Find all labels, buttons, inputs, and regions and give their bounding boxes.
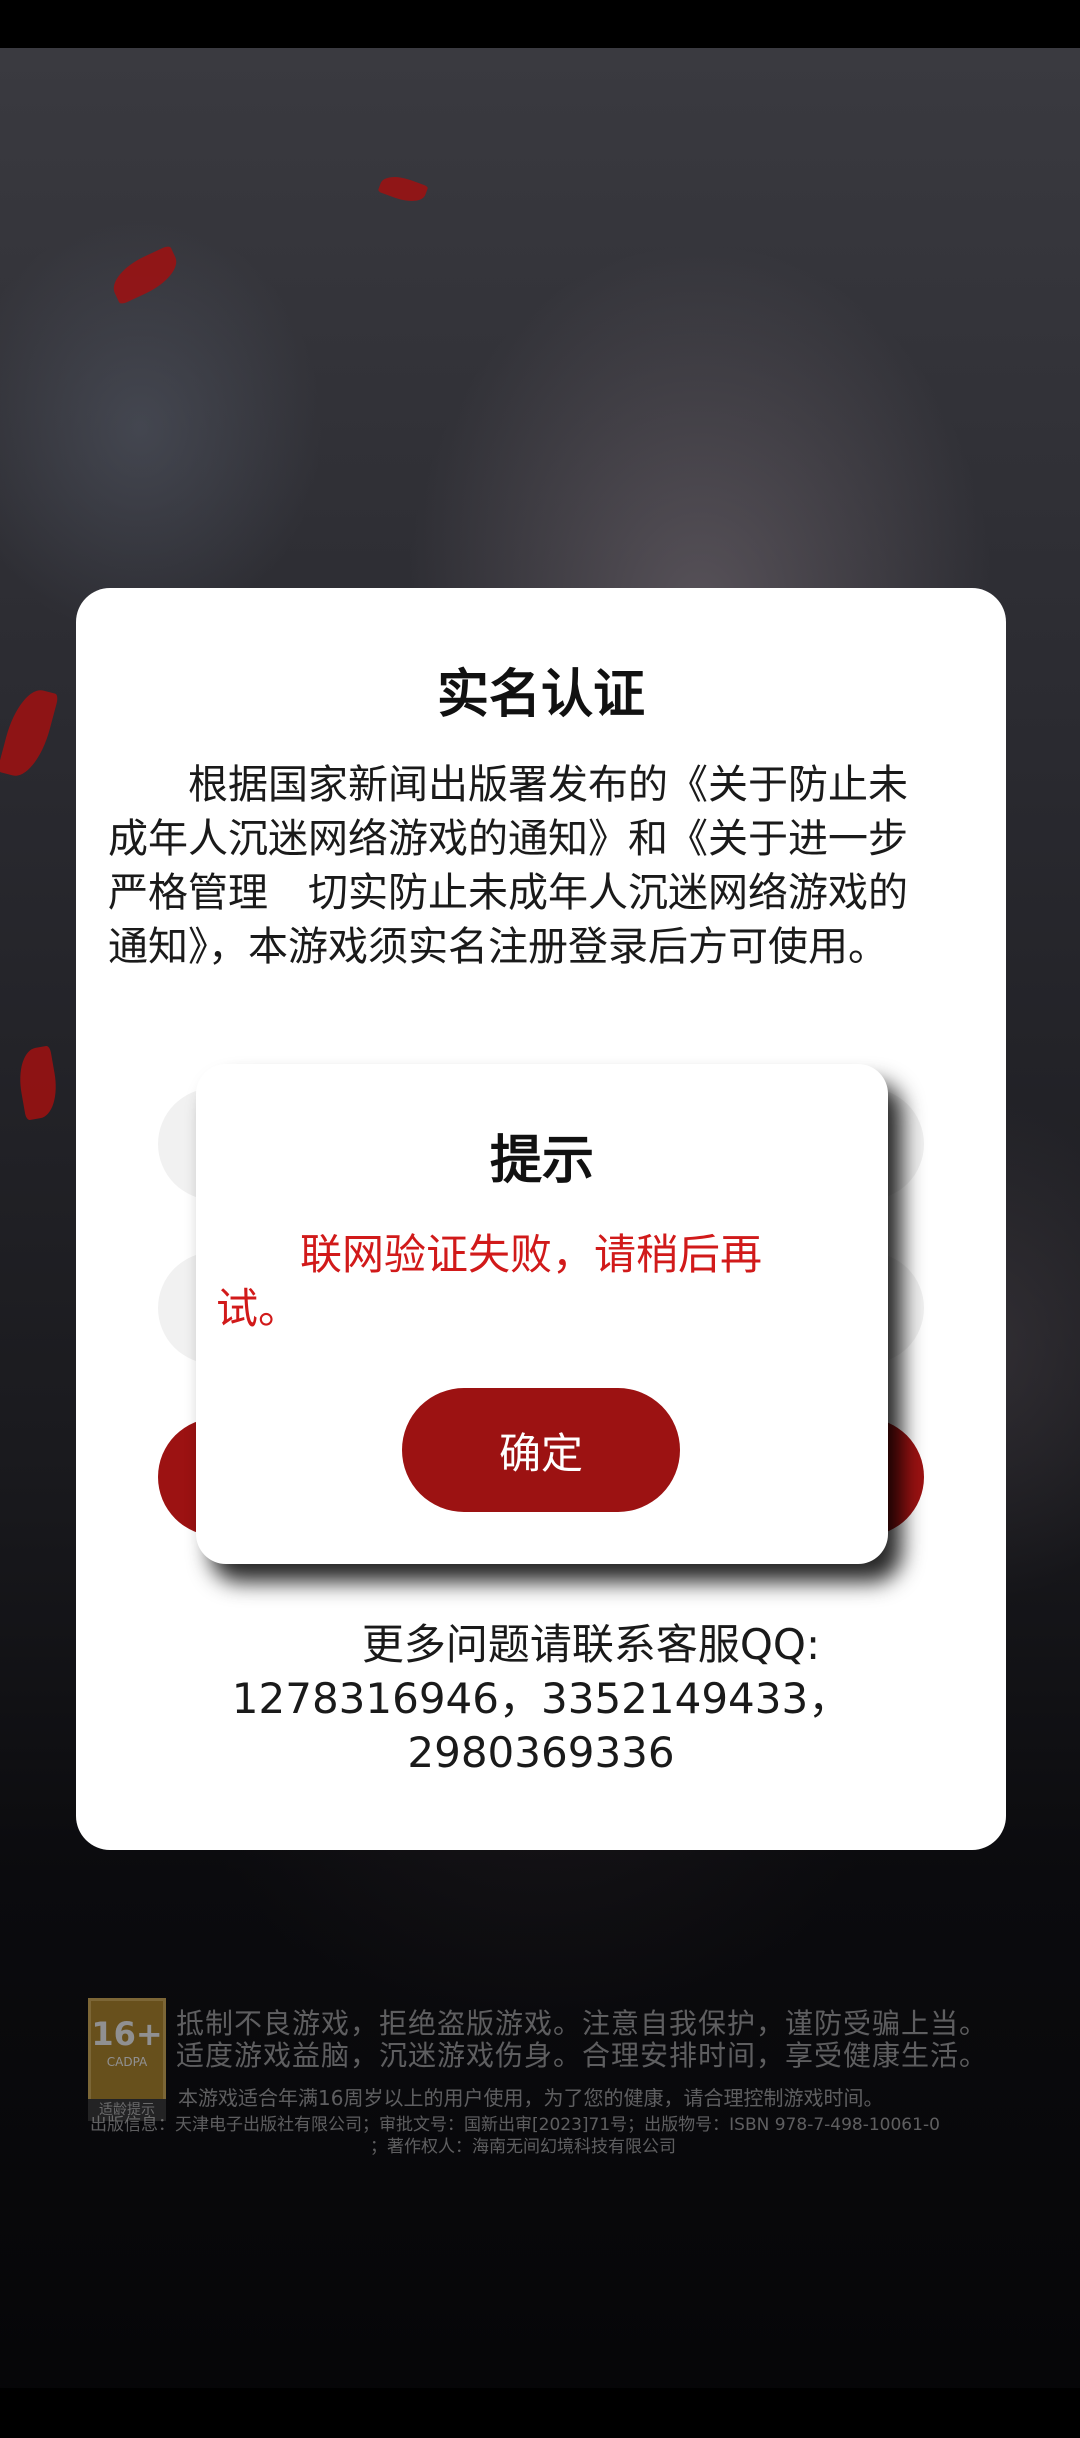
age-notice: 本游戏适合年满16周岁以上的用户使用，为了您的健康，请合理控制游戏时间。 <box>178 2086 884 2110</box>
red-petal <box>377 170 429 208</box>
age-rating-badge: 16+ CADPA 适龄提示 <box>88 1998 166 2121</box>
alert-dialog: 提示 联网验证失败，请稍后再试。 确定 <box>196 1064 888 1564</box>
support-contact: 更多问题请联系客服QQ: 1278316946，3352149433， 2980… <box>76 1618 1006 1780</box>
support-label: 更多问题请联系客服QQ: <box>361 1620 821 1669</box>
support-qq-numbers: 1278316946，3352149433， <box>231 1674 851 1723</box>
age-rating-number: 16+ <box>91 2015 163 2053</box>
confirm-button[interactable]: 确定 <box>402 1388 680 1512</box>
dialog-notice-text: 根据国家新闻出版署发布的《关于防止未成年人沉迷网络游戏的通知》和《关于进一步严格… <box>108 762 908 970</box>
red-petal <box>0 684 59 782</box>
screen: 16+ CADPA 适龄提示 抵制不良游戏，拒绝盗版游戏。注意自我保护，谨防受骗… <box>0 0 1080 2438</box>
navigation-bar <box>0 2388 1080 2438</box>
dialog-title: 实名认证 <box>436 665 645 725</box>
health-notice-line-2: 适度游戏益脑，沉迷游戏伤身。合理安排时间，享受健康生活。 <box>176 2039 989 2072</box>
red-petal <box>14 1045 62 1121</box>
age-rating-org: CADPA <box>106 2055 148 2069</box>
alert-title: 提示 <box>489 1131 594 1191</box>
copyright-info: ；著作权人：海南无间幻境科技有限公司 <box>370 2137 676 2157</box>
status-bar <box>0 0 1080 48</box>
red-petal <box>106 244 184 306</box>
support-qq-number-last: 2980369336 <box>407 1728 675 1777</box>
alert-message: 联网验证失败，请稍后再试。 <box>216 1230 763 1333</box>
